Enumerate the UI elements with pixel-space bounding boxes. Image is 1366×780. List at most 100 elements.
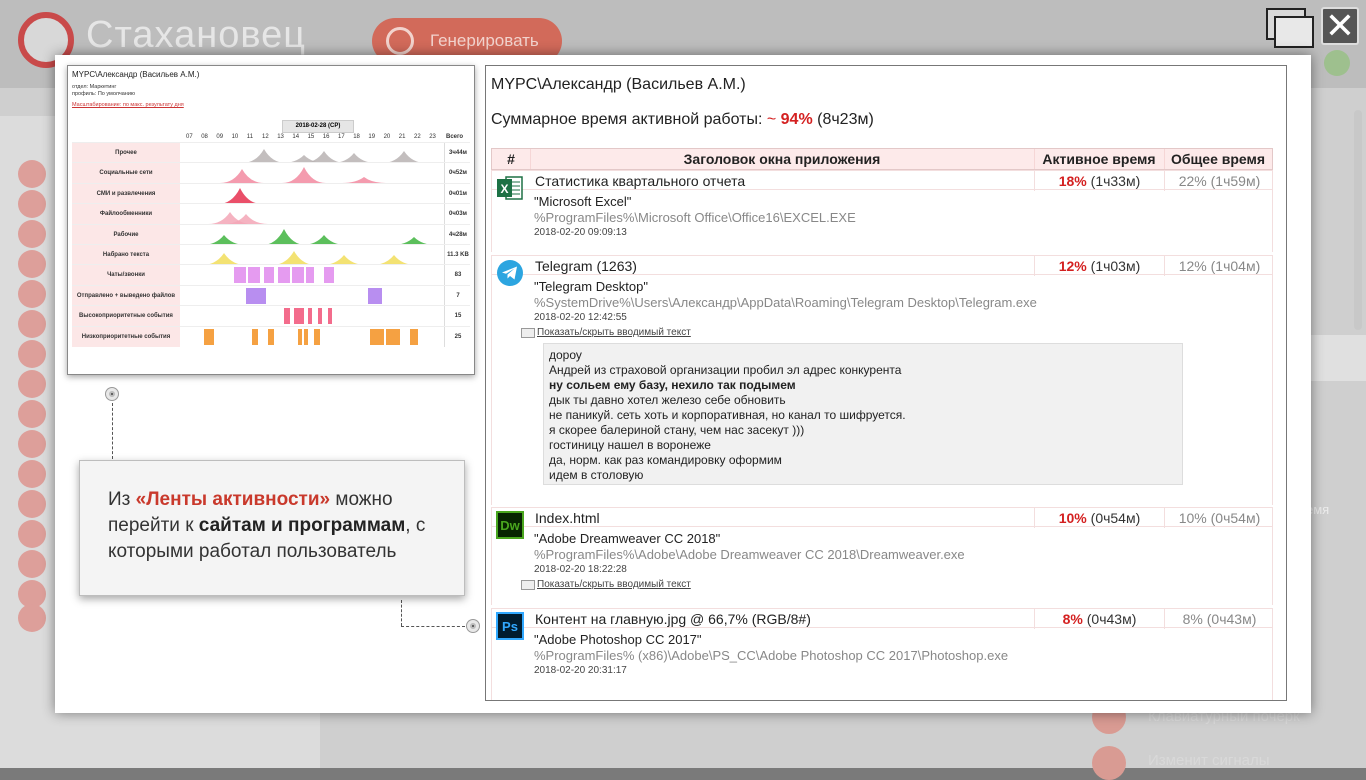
active-time: 18% (1ч33м) — [1034, 171, 1164, 191]
thumb-hour-label: 17 — [338, 134, 345, 140]
thumb-wave-mark — [220, 169, 264, 184]
thumb-row-label: Файлообменники — [72, 204, 180, 225]
excel-icon: X — [497, 176, 523, 200]
sidebar-home-icon[interactable] — [18, 520, 46, 548]
typed-line: я скорее балериной стану, чем нас засеку… — [549, 423, 805, 437]
typed-line: не паникуй. сеть хоть и корпоративная, н… — [549, 408, 906, 422]
toggle-typed-text-link[interactable]: Показать/скрыть вводимый текст — [521, 579, 691, 590]
sidebar-home-icon[interactable] — [18, 430, 46, 458]
thumb-bar-mark — [306, 267, 314, 284]
photoshop-icon: Ps — [496, 612, 524, 640]
thumb-hour-label: 18 — [353, 134, 360, 140]
typed-line: ну сольем ему базу, нехило так подымем — [549, 378, 796, 392]
thumb-hour-label: 11 — [246, 134, 254, 140]
thumb-scale-link[interactable]: Масштабирование: по макс. результату дня — [72, 102, 184, 108]
header-title: Заголовок окна приложения — [530, 149, 1035, 169]
typed-line: дык ты давно хотел железо себе обновить — [549, 393, 786, 407]
background-scrollbar[interactable] — [1354, 110, 1362, 330]
active-time: 10% (0ч54м) — [1034, 508, 1164, 528]
sidebar-home-icon[interactable] — [18, 280, 46, 308]
sidebar-home-icon[interactable] — [18, 490, 46, 518]
close-icon: ✕ — [1324, 5, 1356, 46]
thumb-row-label: Набрано текста — [72, 245, 180, 265]
thumb-bar-mark — [324, 267, 334, 284]
sidebar-home-icon[interactable] — [18, 604, 46, 632]
status-icon — [1324, 50, 1350, 76]
window-title[interactable]: Статистика квартального отчета — [535, 171, 745, 191]
sidebar-home-icon[interactable] — [18, 340, 46, 368]
app-name: "Adobe Dreamweaver CC 2018" — [534, 531, 721, 546]
thumb-row: Рабочие 4ч28м — [72, 223, 471, 245]
total-time: 10% (0ч54м) — [1164, 508, 1274, 528]
thumb-bar-mark — [410, 328, 418, 345]
header-num: # — [492, 149, 531, 169]
app-date: 2018-02-20 12:42:55 — [534, 312, 627, 323]
thumb-hour-label: 23 — [429, 134, 436, 140]
summary-percent: 94% — [780, 111, 813, 128]
thumb-row-sparkline — [246, 287, 382, 304]
dreamweaver-icon: Dw — [496, 511, 524, 539]
sidebar-home-icon[interactable] — [18, 250, 46, 278]
thumb-wave-mark — [282, 167, 326, 184]
thumb-row-value: 15 — [444, 306, 471, 327]
active-time: 12% (1ч03м) — [1034, 256, 1164, 276]
sidebar-home-icon[interactable] — [18, 220, 46, 248]
app-path: %ProgramFiles%\Microsoft Office\Office16… — [534, 210, 856, 225]
callout-text: Из «Ленты активности» можно перейти к са… — [108, 487, 448, 565]
thumb-wave-mark — [272, 251, 316, 265]
app-name: "Adobe Photoshop CC 2017" — [534, 632, 702, 647]
restore-window-button[interactable] — [1266, 8, 1314, 48]
thumb-bar-mark — [298, 328, 302, 345]
row-title: Контент на главную.jpg @ 66,7% (RGB/8#) … — [491, 608, 1273, 629]
thumb-row-value: 0ч01м — [444, 183, 471, 204]
thumb-row-label: Высокоприоритетные события — [72, 306, 180, 327]
sidebar-home-icon[interactable] — [18, 190, 46, 218]
thumb-row-label: Рабочие — [72, 224, 180, 245]
thumb-hour-label: 10 — [231, 134, 239, 140]
thumb-bar-mark — [368, 287, 382, 304]
thumb-row: Прочее 3ч44м — [72, 142, 470, 163]
row-title: Статистика квартального отчета 18% (1ч33… — [491, 170, 1273, 191]
thumb-row: Высокоприоритетные события 15 — [72, 305, 471, 327]
sidebar-home-icon[interactable] — [18, 310, 46, 338]
thumb-hour-label: 16 — [322, 134, 330, 140]
thumb-wave-mark — [202, 253, 246, 265]
sidebar-home-icon[interactable] — [18, 370, 46, 398]
window-title[interactable]: Контент на главную.jpg @ 66,7% (RGB/8#) — [535, 609, 811, 629]
signal-icon — [1092, 746, 1126, 780]
thumb-wave-mark — [382, 151, 426, 163]
table-row: Статистика квартального отчета 18% (1ч33… — [491, 170, 1273, 252]
thumb-row-value: 25 — [444, 326, 471, 347]
sidebar-home-icon[interactable] — [18, 550, 46, 578]
row-title: Telegram (1263) 12% (1ч03м) 12% (1ч04м) — [491, 255, 1273, 276]
thumb-dept-line: отдел: Маркетинг — [72, 84, 117, 90]
app-date: 2018-02-20 09:09:13 — [534, 227, 627, 238]
thumb-row: Чаты/звонки 83 — [72, 264, 470, 286]
thumb-row: Социальные сети 0ч52м — [72, 162, 470, 184]
app-path: %ProgramFiles% (x86)\Adobe\PS_CC\Adobe P… — [534, 648, 1009, 663]
close-button[interactable]: ✕ — [1321, 7, 1359, 45]
window-title[interactable]: Index.html — [535, 508, 600, 528]
app-name: "Microsoft Excel" — [534, 194, 632, 209]
typed-line: идем в столовую — [549, 468, 644, 482]
thumb-row-value: 4ч28м — [444, 224, 471, 245]
app-path: %SystemDrive%\Users\Александр\AppData\Ro… — [534, 295, 1037, 310]
thumb-profile-line: профиль: По умолчанию — [72, 91, 136, 97]
thumb-row-sparkline — [204, 328, 418, 345]
thumb-wave-mark — [242, 149, 286, 163]
sidebar-home-icon[interactable] — [18, 460, 46, 488]
thumb-bar-mark — [314, 328, 320, 345]
thumb-row: Низкоприоритетные события 25 — [72, 325, 471, 347]
toggle-typed-text-link[interactable]: Показать/скрыть вводимый текст — [521, 327, 691, 338]
window-title[interactable]: Telegram (1263) — [535, 256, 637, 276]
thumb-row-sparkline — [202, 228, 436, 245]
sidebar-home-icon[interactable] — [18, 400, 46, 428]
connector-line — [401, 600, 402, 626]
app-date: 2018-02-20 20:31:17 — [534, 665, 627, 676]
thumb-bar-mark — [370, 328, 384, 345]
thumb-row-label: Чаты/звонки — [72, 265, 180, 286]
app-title: Стахановец — [86, 14, 307, 56]
sidebar-home-icon[interactable] — [18, 160, 46, 188]
thumb-bar-mark — [264, 267, 274, 284]
callout-bold: сайтам и программам — [198, 515, 406, 536]
